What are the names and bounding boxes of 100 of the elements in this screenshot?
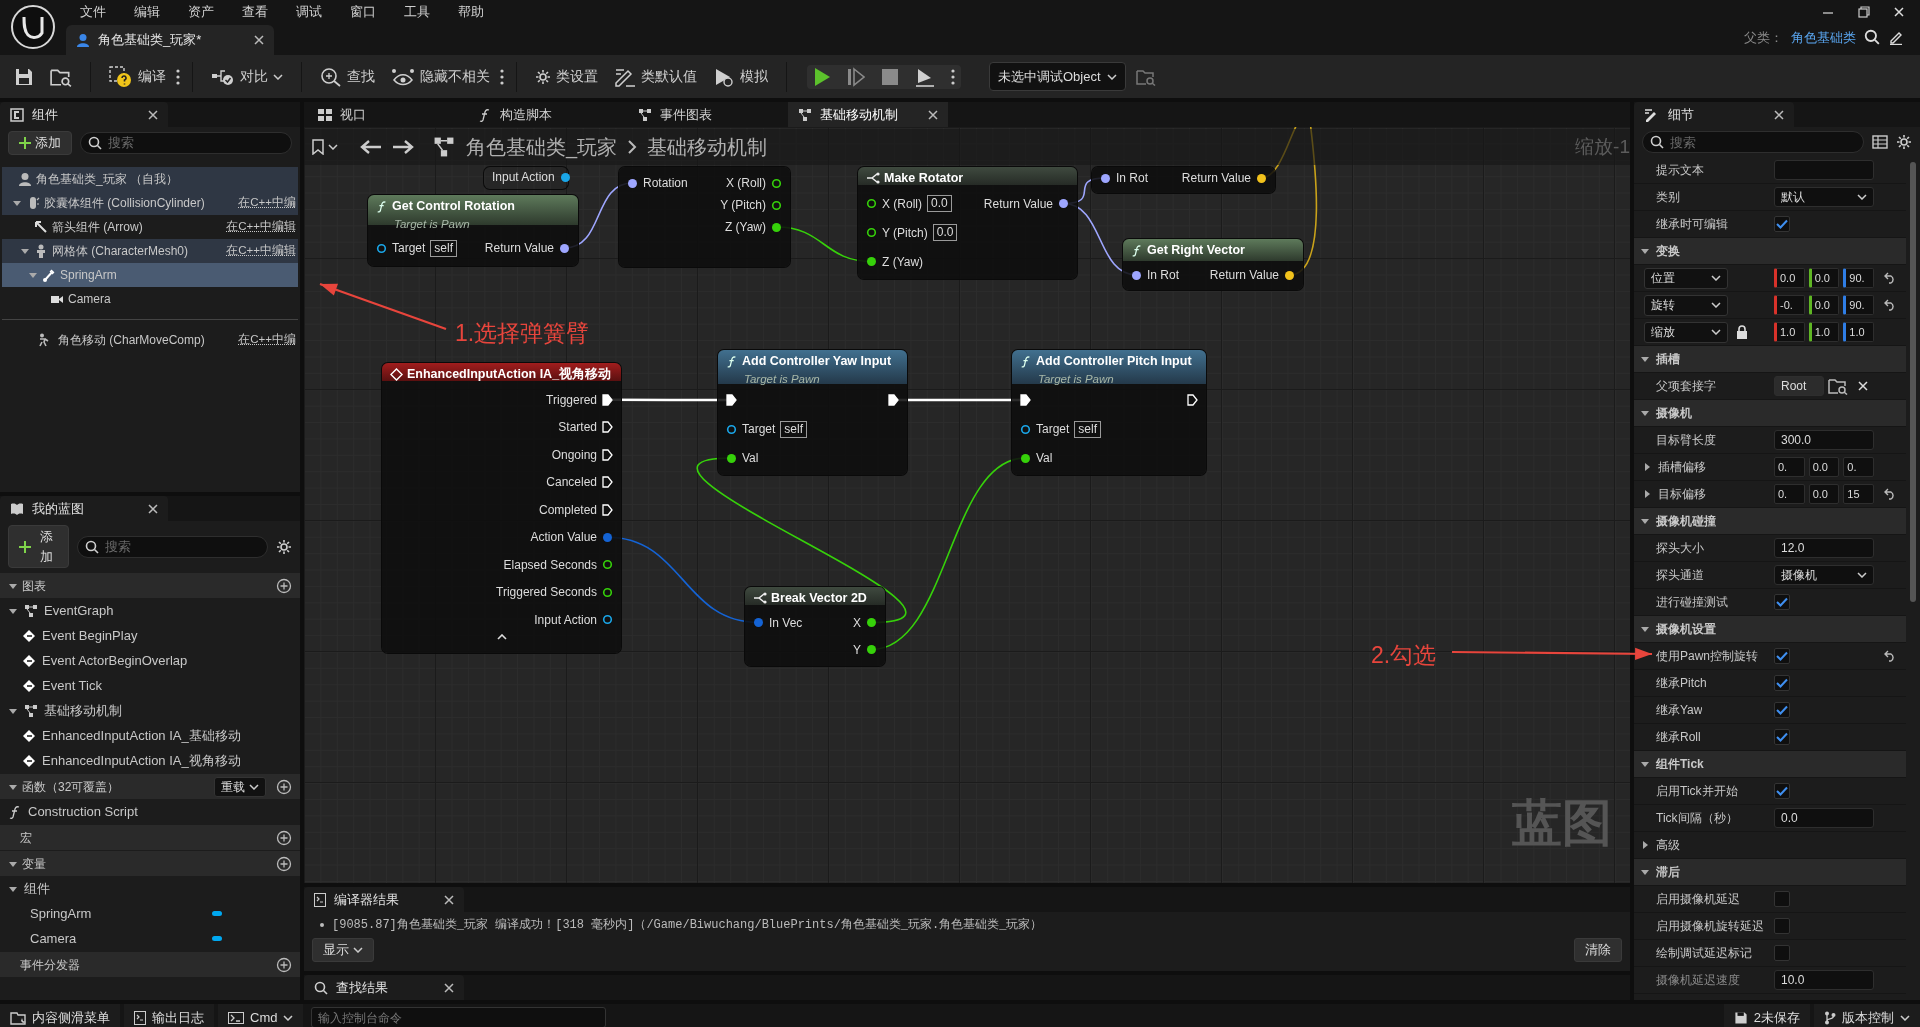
number-field[interactable]: 0. [1774,484,1805,504]
tree-item[interactable]: 角色移动 (CharMoveComp) 在C++中编 [2,327,298,352]
add-button[interactable]: 添加 [8,525,69,568]
edit-in-cpp-link[interactable]: 在C++中编 [238,193,296,212]
menu-item[interactable]: 文件 [66,0,120,24]
panel-tab[interactable]: 查找结果 [304,975,464,1000]
step-icon[interactable] [847,66,865,87]
transform-mode-dropdown[interactable]: 缩放 [1644,321,1728,343]
section-header[interactable]: 事件分发器 [0,952,300,977]
reset-icon[interactable] [1884,650,1896,662]
tree-item[interactable]: 网格体 (CharacterMesh0) 在C++中编辑 [2,238,298,263]
node-fragment[interactable]: Rotation X (Roll) Y (Pitch) Z (Yaw) [619,167,790,267]
lock-icon[interactable] [1736,325,1748,339]
document-tab[interactable]: 角色基础类_玩家* [66,25,274,55]
menu-item[interactable]: 工具 [390,0,444,24]
bookmark-icon[interactable] [312,139,324,155]
blueprint-node[interactable]: Make Rotator X (Roll) 0.0 Y (Pitch) 0.0 Z (Yaw) Return Value [858,167,1077,279]
tree-item[interactable]: SpringArm [2,262,298,287]
edit-in-cpp-link[interactable]: 在C++中编 [238,330,296,349]
close-icon[interactable] [444,894,454,905]
graph-tab[interactable]: 事件图表 [628,102,788,127]
pin-value-field[interactable]: self [1074,420,1102,438]
tree-item[interactable]: Camera [2,286,298,311]
blueprint-node[interactable]: Add Controller Yaw Input Target is Pawn Target self Val [718,350,907,475]
reset-icon[interactable] [1884,272,1896,284]
blueprint-item[interactable]: Camera [0,926,300,951]
search-field[interactable]: 搜索 [80,131,292,154]
debug-browse-icon[interactable] [1135,67,1156,86]
pin-value-field[interactable]: self [780,420,808,438]
table-view-icon[interactable] [1872,135,1888,149]
settings-icon[interactable] [276,538,292,555]
cmd-dropdown[interactable]: Cmd [218,1004,304,1027]
show-dropdown[interactable]: 显示 [312,938,374,962]
checkbox[interactable] [1774,891,1790,907]
breadcrumb-item[interactable]: 基础移动机制 [647,132,768,162]
number-field[interactable]: 1.0 [1774,322,1805,342]
blueprint-item[interactable]: 组件 [0,876,300,901]
more-icon[interactable] [500,68,504,85]
blueprint-item[interactable]: Event ActorBeginOverlap [0,648,300,673]
collapsed-arrow-icon[interactable] [1642,462,1652,472]
panel-tab[interactable]: 编译器结果 [304,887,464,913]
add-button[interactable]: 添加 [8,131,72,155]
transform-mode-dropdown[interactable]: 位置 [1644,267,1728,289]
expanded-arrow-icon[interactable] [1640,624,1650,634]
checkbox[interactable] [1774,783,1790,799]
breadcrumb-item[interactable]: 角色基础类_玩家 [466,132,618,162]
content-drawer-button[interactable]: 内容侧滑菜单 [0,1004,120,1027]
checkbox[interactable] [1774,216,1790,232]
close-icon[interactable] [254,35,264,45]
back-icon[interactable] [360,139,382,155]
section-header[interactable]: 函数（32可覆盖） 重载 [0,774,300,799]
transform-mode-dropdown[interactable]: 旋转 [1644,294,1728,316]
value-field[interactable] [1774,160,1874,180]
number-field[interactable]: 0. [1843,457,1874,477]
pin-value-field[interactable]: 0.0 [932,224,958,241]
collapsed-arrow-icon[interactable] [1642,489,1652,499]
search-field[interactable]: 搜索 [76,535,268,558]
collapsed-arrow-icon[interactable] [1640,840,1650,850]
settings-icon[interactable] [535,68,551,85]
section-header[interactable]: 插槽 [1634,346,1906,373]
menu-item[interactable]: 资产 [174,0,228,24]
blueprint-item[interactable]: EnhancedInputAction IA_视角移动 [0,748,300,773]
number-field[interactable]: 0.0 [1808,268,1840,288]
menu-item[interactable]: 查看 [228,0,282,24]
class-settings-button[interactable]: 类设置 [529,62,604,91]
node-fragment[interactable]: In Rot Return Value [1092,167,1275,193]
checkbox[interactable] [1774,945,1790,961]
folder-search-icon[interactable] [1828,377,1848,395]
checkbox[interactable] [1774,648,1790,664]
blueprint-item[interactable]: Construction Script [0,799,300,824]
output-log-button[interactable]: 输出日志 [124,1004,214,1027]
graph-tab[interactable]: 视口 [308,102,468,127]
search-icon[interactable] [1864,29,1880,46]
section-header[interactable]: 图表 [0,573,300,598]
unsaved-button[interactable]: 2未保存 [1723,1004,1810,1027]
number-field[interactable]: 90. [1843,268,1874,288]
add-icon[interactable] [276,956,292,973]
compile-button[interactable]: 编译 [103,61,172,92]
more-icon[interactable] [176,68,180,85]
number-field[interactable]: 90. [1843,295,1874,315]
eject-icon[interactable] [915,66,935,87]
checkbox[interactable] [1774,918,1790,934]
checkbox[interactable] [1774,594,1790,610]
menu-item[interactable]: 编辑 [120,0,174,24]
blueprint-item[interactable]: Event Tick [0,673,300,698]
engine-logo[interactable] [10,4,56,50]
reset-icon[interactable] [1884,299,1896,311]
node-fragment[interactable]: Input Action [484,167,568,189]
section-header[interactable]: 组件Tick [1634,751,1906,778]
restore-icon[interactable] [1858,6,1870,18]
section-header[interactable]: 宏 [0,825,300,850]
value-field[interactable]: 300.0 [1774,430,1874,450]
class-defaults-button[interactable]: 类默认值 [608,62,703,91]
blueprint-node[interactable]: Break Vector 2D In Vec X Y [745,587,885,666]
panel-tab[interactable]: 组件 [0,102,168,127]
hide-unrelated-button[interactable]: 隐藏不相关 [385,62,496,91]
settings-icon[interactable] [1896,134,1912,150]
number-field[interactable]: 0.0 [1808,484,1840,504]
expanded-arrow-icon[interactable] [1640,867,1650,877]
panel-tab[interactable]: 细节 [1634,102,1794,127]
